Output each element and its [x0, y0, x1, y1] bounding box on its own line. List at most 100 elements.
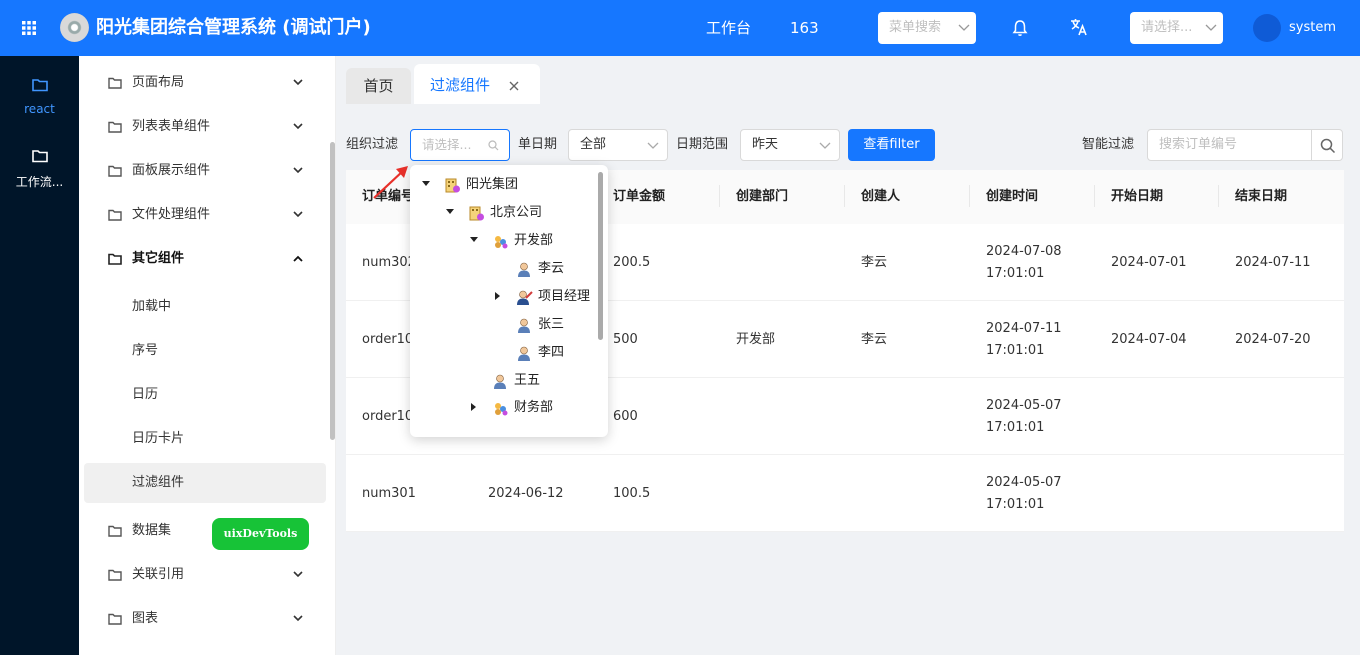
tree-node-label: 财务部 — [514, 400, 554, 415]
menu-search-placeholder: 菜单搜索 — [889, 20, 942, 35]
table-cell — [1219, 378, 1235, 455]
sidebar-item-label: 面板展示组件 — [132, 163, 211, 178]
smart-search-placeholder: 搜索订单编号 — [1159, 137, 1238, 152]
chevron-down-icon — [819, 142, 831, 149]
column-header: 结束日期 — [1219, 170, 1344, 224]
caret-down-icon[interactable] — [470, 237, 478, 243]
table-cell: order10 — [362, 408, 414, 424]
tab-filter[interactable]: 过滤组件 — [414, 64, 540, 104]
app-logo — [60, 13, 89, 42]
sidebar-item-other[interactable]: 其它组件 — [79, 239, 326, 279]
top-header: 阳光集团综合管理系统 (调试门户) 工作台 163 菜单搜索 请选择... sy… — [0, 0, 1360, 56]
dept-icon — [492, 233, 509, 250]
date-select[interactable]: 全部 — [568, 129, 668, 161]
smart-search-button[interactable] — [1311, 129, 1343, 161]
folder-icon — [31, 150, 48, 163]
table-cell — [845, 455, 861, 532]
header-count[interactable]: 163 — [790, 18, 819, 38]
tree-node-label: 开发部 — [514, 233, 554, 248]
rail-item-react[interactable]: react — [0, 78, 79, 116]
table-cell: order10 — [362, 331, 414, 347]
workbench-link[interactable]: 工作台 — [706, 18, 751, 38]
caret-down-icon[interactable] — [446, 209, 454, 215]
dropdown-scrollbar[interactable] — [598, 172, 603, 340]
table-cell: 100.5 — [613, 485, 651, 501]
org-filter-label: 组织过滤 — [346, 137, 399, 152]
dept-icon — [492, 400, 509, 417]
close-icon[interactable] — [508, 80, 520, 92]
column-header: 创建人 — [845, 170, 970, 224]
sidebar-subitem-loading[interactable]: 加载中 — [79, 287, 326, 327]
apps-grid-icon[interactable] — [20, 19, 38, 37]
rail-item-workflow[interactable]: 工作流... — [0, 149, 79, 190]
folder-icon — [108, 613, 122, 625]
tree-node-label: 王五 — [514, 373, 541, 388]
caret-right-icon[interactable] — [495, 292, 501, 300]
sidebar: 页面布局 列表表单组件 面板展示组件 文件处理组件 其它组件 加载中 序号 日历… — [79, 56, 336, 655]
tab-label: 过滤组件 — [430, 76, 491, 94]
range-filter-label: 日期范围 — [676, 137, 729, 152]
smart-filter-label: 智能过滤 — [1082, 137, 1135, 152]
folder-icon — [108, 525, 122, 537]
sidebar-subitem-calendar[interactable]: 日历 — [79, 375, 326, 415]
folder-icon — [108, 121, 122, 133]
org-tree-dropdown: 阳光集团 北京公司 开发部 李云 项目经理 张三 李四 王五 财务部 — [410, 165, 608, 437]
notification-bell-icon[interactable] — [1012, 19, 1028, 37]
org-icon — [444, 177, 461, 194]
devtools-button[interactable]: uixDevTools — [212, 518, 309, 550]
tab-home[interactable]: 首页 — [346, 68, 411, 104]
user-avatar[interactable] — [1253, 14, 1281, 42]
sidebar-item-file[interactable]: 文件处理组件 — [79, 195, 326, 235]
tree-node-label: 阳光集团 — [466, 177, 519, 192]
org-filter-input[interactable]: 请选择... — [410, 129, 510, 161]
translate-icon[interactable] — [1069, 17, 1089, 37]
pointer-arrow-icon — [373, 166, 408, 199]
column-header: 订单金额 — [597, 170, 720, 224]
table-cell: num301 — [362, 485, 416, 501]
sidebar-subitem-calendar-card[interactable]: 日历卡片 — [79, 419, 326, 459]
portal-select[interactable]: 请选择... — [1130, 12, 1223, 44]
menu-search-select[interactable]: 菜单搜索 — [878, 12, 976, 44]
sidebar-item-label: 图表 — [132, 611, 159, 626]
folder-icon — [31, 79, 48, 92]
table-cell — [720, 455, 736, 532]
table-cell — [720, 224, 736, 301]
chevron-down-icon — [293, 167, 303, 174]
role-icon — [516, 289, 533, 306]
sidebar-item-label: 关联引用 — [132, 567, 185, 582]
range-select[interactable]: 昨天 — [740, 129, 840, 161]
table-cell — [1095, 455, 1111, 532]
sidebar-item-charts[interactable]: 图表 — [79, 599, 326, 639]
folder-icon — [108, 77, 122, 89]
caret-down-icon[interactable] — [422, 181, 430, 187]
table-cell: 2024-07-11 — [1235, 254, 1311, 270]
table-cell: 2024-06-12 — [488, 485, 564, 501]
sidebar-subitem-filter[interactable]: 过滤组件 — [84, 463, 326, 503]
folder-icon — [108, 253, 122, 265]
sidebar-item-label: 其它组件 — [132, 251, 185, 266]
table-row[interactable]: num301 2024-06-12 100.5 2024-05-07 17:01… — [346, 455, 1344, 532]
caret-right-icon[interactable] — [471, 403, 477, 411]
app-rail: react 工作流... — [0, 56, 79, 655]
smart-search-input[interactable]: 搜索订单编号 — [1147, 129, 1312, 161]
sidebar-item-list-form[interactable]: 列表表单组件 — [79, 107, 326, 147]
sidebar-item-reference[interactable]: 关联引用 — [79, 555, 326, 595]
chevron-down-icon — [293, 211, 303, 218]
user-name[interactable]: system — [1289, 20, 1336, 36]
sidebar-item-label: 数据集 — [132, 523, 172, 538]
search-icon — [1320, 138, 1336, 154]
search-icon — [488, 140, 499, 151]
sidebar-item-panel[interactable]: 面板展示组件 — [79, 151, 326, 191]
query-filter-button[interactable]: 查看filter — [848, 129, 935, 161]
sidebar-scrollbar[interactable] — [330, 142, 335, 440]
table-cell: 2024-07-01 — [1111, 254, 1187, 270]
sidebar-item-page-layout[interactable]: 页面布局 — [79, 63, 326, 103]
chevron-down-icon — [647, 142, 659, 149]
sidebar-subitem-serial[interactable]: 序号 — [79, 331, 326, 371]
table-cell: 2024-05-07 17:01:01 — [986, 474, 1062, 512]
chevron-down-icon — [293, 79, 303, 86]
table-cell: 2024-07-11 17:01:01 — [986, 320, 1062, 358]
table-cell: 2024-07-04 — [1111, 331, 1187, 347]
range-select-value: 昨天 — [752, 137, 779, 152]
table-cell: 李云 — [861, 254, 888, 270]
